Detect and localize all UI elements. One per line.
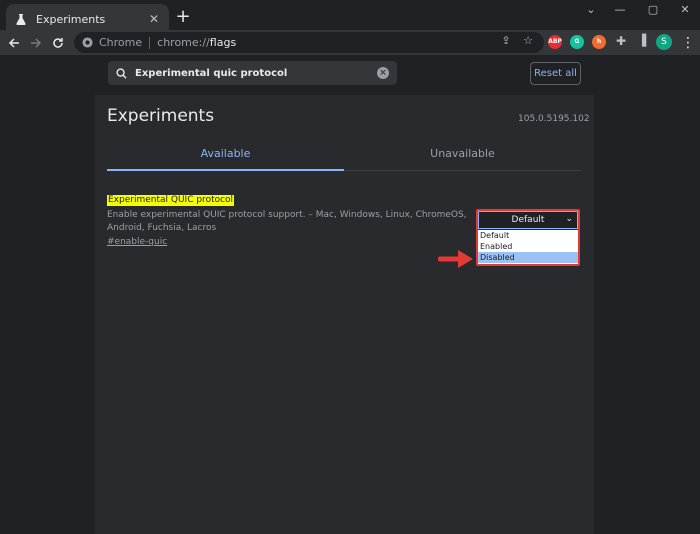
omnibox-divider bbox=[149, 36, 151, 49]
close-tab-icon[interactable]: ✕ bbox=[147, 12, 161, 26]
reload-button[interactable] bbox=[48, 33, 68, 53]
experiment-permalink[interactable]: #enable-quic bbox=[107, 237, 167, 247]
back-button[interactable] bbox=[4, 33, 24, 53]
grammarly-extension-icon[interactable]: G bbox=[570, 35, 584, 49]
back-arrow-icon bbox=[8, 38, 19, 48]
option-enabled[interactable]: Enabled bbox=[478, 241, 578, 252]
toolbar: Chrome chrome:// flags ⇪ ☆ ABP G h ✚ ▐ S… bbox=[0, 30, 700, 55]
side-panel-icon[interactable]: ▐ bbox=[635, 34, 649, 48]
maximize-button[interactable]: ▢ bbox=[638, 2, 668, 20]
new-tab-button[interactable]: + bbox=[174, 8, 192, 26]
abp-extension-icon[interactable]: ABP bbox=[548, 35, 562, 49]
reload-icon bbox=[53, 38, 63, 48]
version-label: 105.0.5195.102 bbox=[518, 114, 590, 124]
tab-title: Experiments bbox=[36, 12, 106, 26]
option-disabled[interactable]: Disabled bbox=[478, 252, 578, 263]
flask-icon bbox=[14, 12, 28, 26]
option-default[interactable]: Default bbox=[478, 230, 578, 241]
chrome-logo-icon bbox=[82, 33, 93, 52]
extensions-puzzle-icon[interactable]: ✚ bbox=[614, 34, 628, 48]
share-icon[interactable]: ⇪ bbox=[499, 34, 513, 48]
url-scheme: chrome:// bbox=[157, 36, 210, 49]
chevron-down-icon[interactable]: ⌄ bbox=[576, 2, 606, 20]
experiment-description: Enable experimental QUIC protocol suppor… bbox=[107, 210, 467, 233]
search-query: Experimental quic protocol bbox=[135, 67, 288, 79]
close-window-button[interactable]: ✕ bbox=[670, 2, 700, 20]
chevron-down-icon: ⌄ bbox=[565, 214, 573, 224]
experiment-select[interactable]: Default ⌄ bbox=[478, 211, 578, 229]
search-input[interactable]: Experimental quic protocol × bbox=[108, 61, 397, 85]
callout-arrow-icon bbox=[438, 250, 473, 268]
profile-avatar[interactable]: S bbox=[656, 34, 672, 50]
forward-arrow-icon bbox=[31, 38, 42, 48]
tab-unavailable[interactable]: Unavailable bbox=[344, 140, 581, 171]
site-label: Chrome bbox=[99, 36, 143, 49]
experiment-name: Experimental QUIC protocol bbox=[107, 195, 235, 206]
honey-extension-icon[interactable]: h bbox=[592, 35, 606, 49]
tab-available[interactable]: Available bbox=[107, 140, 344, 171]
tab-strip: Experiments ✕ + ⌄ — ▢ ✕ bbox=[0, 0, 700, 34]
forward-button[interactable] bbox=[26, 33, 46, 53]
menu-dots-icon[interactable]: ⋮ bbox=[681, 33, 695, 53]
search-icon bbox=[116, 64, 127, 83]
bookmark-star-icon[interactable]: ☆ bbox=[521, 34, 535, 48]
url-path: flags bbox=[209, 36, 237, 49]
page-title: Experiments bbox=[107, 106, 215, 126]
reset-all-button[interactable]: Reset all bbox=[530, 62, 581, 85]
clear-search-icon[interactable]: × bbox=[377, 67, 389, 79]
select-options: Default Enabled Disabled bbox=[478, 230, 578, 264]
selected-value: Default bbox=[511, 215, 545, 225]
minimize-button[interactable]: — bbox=[605, 2, 635, 20]
experiment-tabs: Available Unavailable bbox=[107, 140, 581, 171]
address-bar[interactable]: Chrome chrome:// flags bbox=[74, 32, 544, 53]
